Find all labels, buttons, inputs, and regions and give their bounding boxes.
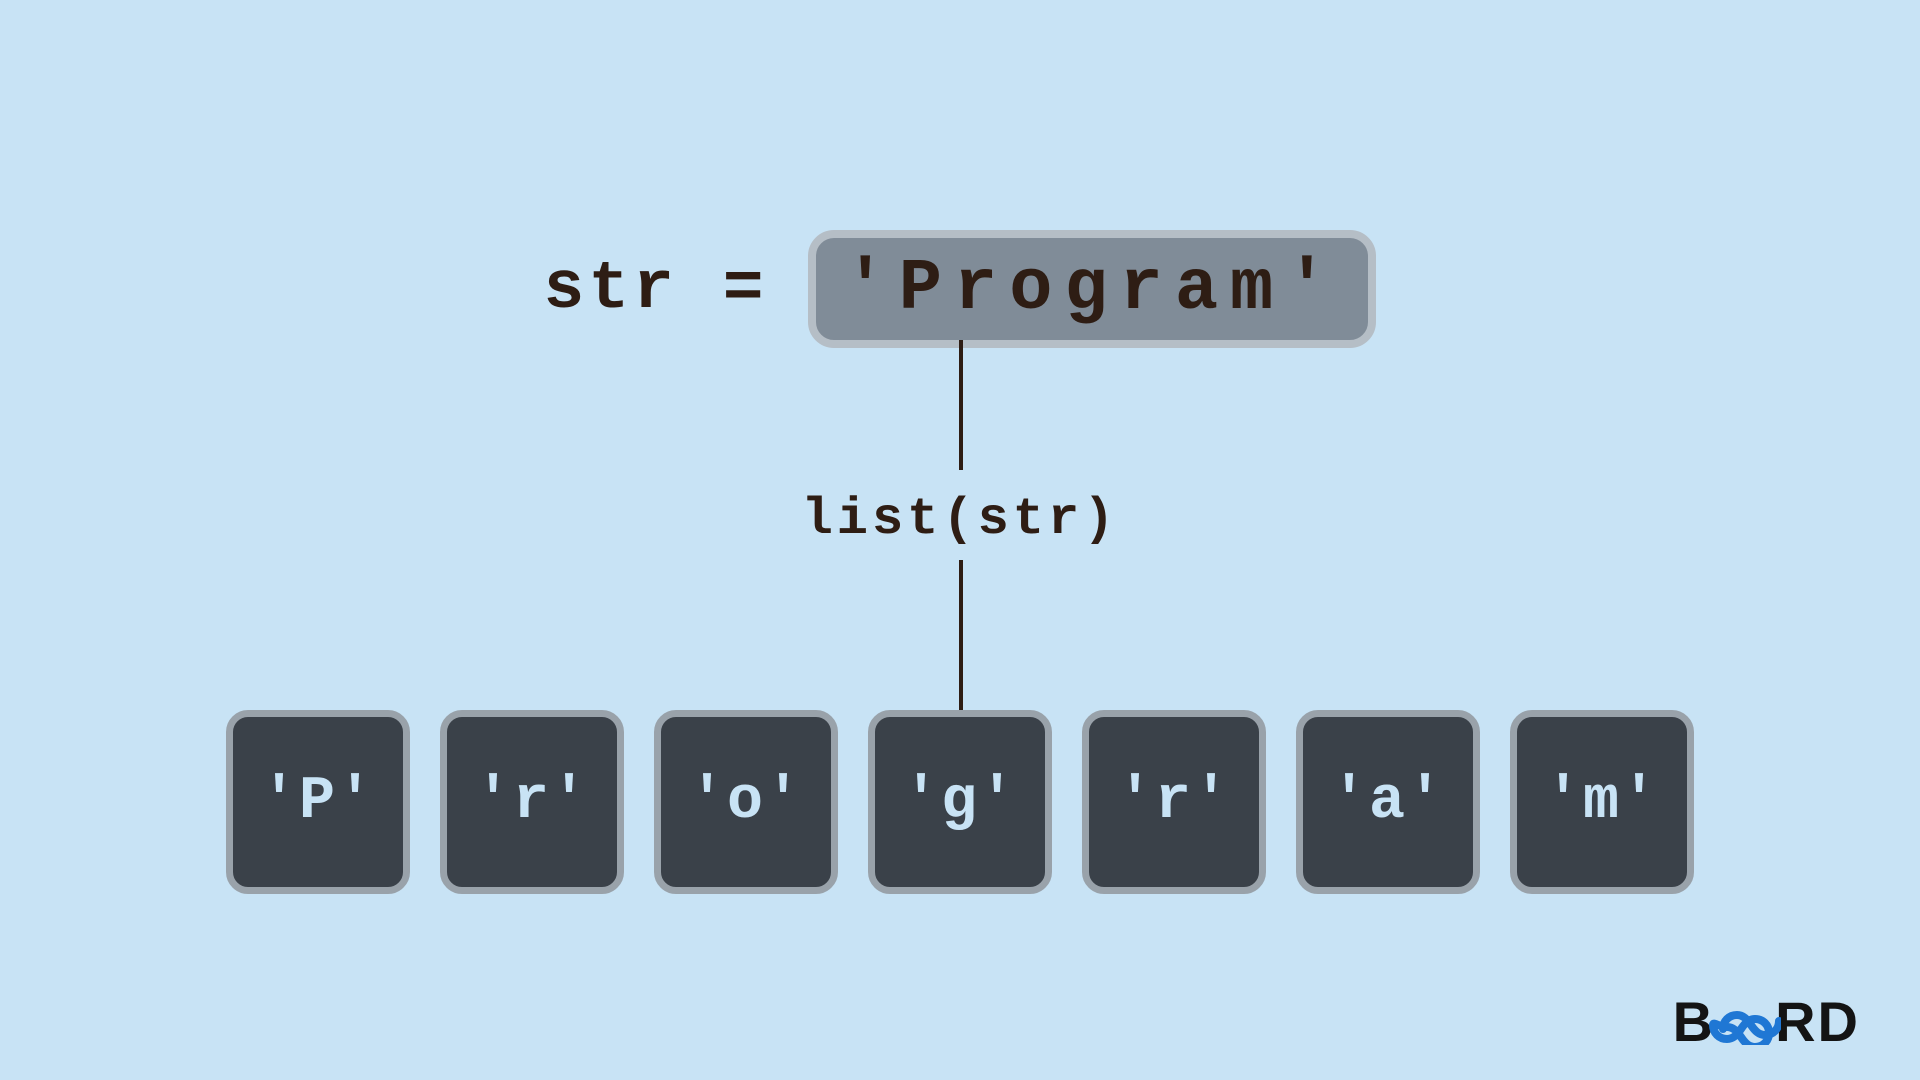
declaration-row: str = 'Program' (0, 230, 1920, 348)
char-cell: 'm' (1510, 710, 1694, 894)
char-cell: 'P' (226, 710, 410, 894)
char-cell: 'a' (1296, 710, 1480, 894)
brand-logo: B RD (1673, 989, 1860, 1054)
variable-declaration: str = (544, 251, 768, 328)
char-cell: 'g' (868, 710, 1052, 894)
string-literal-box: 'Program' (808, 230, 1377, 348)
infinity-icon (1709, 993, 1781, 1058)
char-cell: 'r' (440, 710, 624, 894)
diagram-stage: str = 'Program' list(str) 'P' 'r' 'o' 'g… (0, 0, 1920, 1080)
connector-line-bottom (959, 560, 963, 710)
brand-letters-rd: RD (1775, 989, 1860, 1054)
char-cell: 'r' (1082, 710, 1266, 894)
connector-line-top (959, 340, 963, 470)
char-cell: 'o' (654, 710, 838, 894)
character-list-row: 'P' 'r' 'o' 'g' 'r' 'a' 'm' (0, 710, 1920, 894)
function-call-label: list(str) (0, 490, 1920, 549)
